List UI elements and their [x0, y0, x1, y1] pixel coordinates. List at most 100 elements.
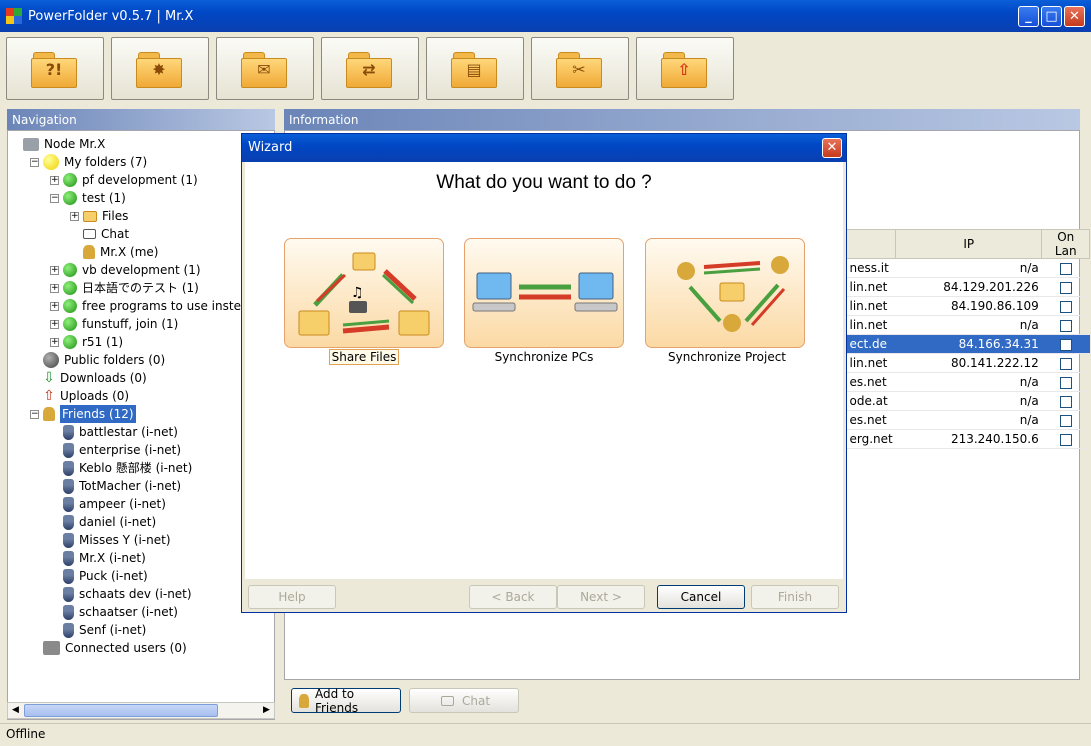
maximize-button[interactable]: □ [1041, 6, 1062, 27]
on-lan-checkbox[interactable] [1059, 319, 1072, 332]
ip-column-header[interactable]: IP [895, 229, 1043, 259]
tree-item[interactable]: − Friends (12) [30, 405, 136, 423]
share-files-label[interactable]: Share Files [284, 349, 444, 365]
table-row[interactable]: ness.it n/a [846, 258, 1090, 278]
chat-button[interactable]: Chat [409, 688, 519, 713]
table-row[interactable]: ode.at n/a [846, 391, 1090, 411]
tree-item-label: TotMacher (i-net) [79, 479, 182, 493]
tree-item[interactable]: Mr.X (me) [83, 243, 158, 261]
user-icon [63, 550, 74, 566]
table-row[interactable]: lin.net 84.190.86.109 [846, 296, 1090, 316]
tree-item[interactable]: + 日本語でのテスト (1) [50, 279, 199, 297]
table-row[interactable]: ect.de 84.166.34.31 [846, 334, 1090, 354]
wizard-next-button[interactable]: Next > [557, 585, 645, 609]
on-lan-checkbox[interactable] [1059, 338, 1072, 351]
toolbar-button-exit[interactable]: ⇧ [636, 37, 734, 100]
table-row[interactable]: lin.net 84.129.201.226 [846, 277, 1090, 297]
on-lan-cell [1041, 296, 1090, 316]
tree-item[interactable]: + funstuff, join (1) [50, 315, 178, 333]
tree-item[interactable]: − My folders (7) [30, 153, 147, 171]
tree-item[interactable]: Senf (i-net) [63, 621, 146, 639]
tree-item[interactable]: Puck (i-net) [63, 567, 148, 585]
tree-item-label: Public folders (0) [64, 353, 166, 367]
tree-item[interactable]: ⇩ Downloads (0) [43, 369, 147, 387]
synchronize-pcs-option[interactable] [464, 238, 624, 348]
toolbar-button-invite[interactable]: ✉ [216, 37, 314, 100]
collapse-icon[interactable]: − [50, 193, 59, 203]
expand-icon[interactable]: + [50, 319, 59, 329]
wizard-close-button[interactable]: ✕ [822, 138, 842, 158]
tree-item[interactable]: + vb development (1) [50, 261, 201, 279]
tree-item[interactable]: − test (1) [50, 189, 126, 207]
tree-item[interactable]: + r51 (1) [50, 333, 123, 351]
tree-item[interactable]: + Files [70, 207, 128, 225]
host-cell: lin.net [846, 277, 896, 297]
on-lan-checkbox[interactable] [1059, 433, 1072, 446]
collapse-icon[interactable]: − [30, 157, 39, 167]
tree-item[interactable]: schaats dev (i-net) [63, 585, 192, 603]
synchronize-pcs-label[interactable]: Synchronize PCs [464, 350, 624, 364]
tree-item[interactable]: Mr.X (i-net) [63, 549, 146, 567]
tree-item[interactable]: Public folders (0) [43, 351, 165, 369]
tree-item[interactable]: + free programs to use instead of [50, 297, 271, 315]
tree-item[interactable]: battlestar (i-net) [63, 423, 178, 441]
wizard-finish-button[interactable]: Finish [751, 585, 839, 609]
on-lan-checkbox[interactable] [1059, 300, 1072, 313]
nav-horizontal-scrollbar[interactable]: ◀ ▶ [7, 702, 275, 719]
on-lan-checkbox[interactable] [1059, 262, 1072, 275]
scroll-right-icon[interactable]: ▶ [259, 703, 274, 718]
toolbar-button-new-folder[interactable]: ✸ [111, 37, 209, 100]
tree-item[interactable]: + pf development (1) [50, 171, 198, 189]
table-row[interactable]: erg.net 213.240.150.6 [846, 429, 1090, 449]
minimize-button[interactable]: _ [1018, 6, 1039, 27]
tree-item[interactable]: ampeer (i-net) [63, 495, 166, 513]
synchronize-project-label[interactable]: Synchronize Project [645, 350, 809, 364]
toolbar-button-preferences[interactable]: ✂ [531, 37, 629, 100]
user-icon [63, 622, 74, 638]
synchronize-project-option[interactable] [645, 238, 805, 348]
wizard-help-button[interactable]: Help [248, 585, 336, 609]
toolbar-button-open[interactable]: ▤ [426, 37, 524, 100]
green-icon [63, 173, 77, 187]
scroll-left-icon[interactable]: ◀ [8, 703, 23, 718]
wizard-cancel-button[interactable]: Cancel [657, 585, 745, 609]
share-files-option[interactable]: ♫ [284, 238, 444, 348]
tree-item[interactable]: Connected users (0) [43, 639, 187, 657]
scroll-thumb[interactable] [24, 704, 218, 717]
tree-item-label: r51 (1) [82, 335, 124, 349]
tree-item[interactable]: Misses Y (i-net) [63, 531, 171, 549]
expand-icon[interactable]: + [50, 301, 59, 311]
toolbar-button-sync[interactable]: ⇄ [321, 37, 419, 100]
add-to-friends-button[interactable]: Add to Friends [291, 687, 401, 715]
tree-item[interactable]: enterprise (i-net) [63, 441, 181, 459]
expand-icon[interactable]: + [50, 337, 59, 347]
expand-icon[interactable]: + [50, 283, 59, 293]
table-row[interactable]: lin.net 80.141.222.12 [846, 353, 1090, 373]
tree-item[interactable]: TotMacher (i-net) [63, 477, 181, 495]
collapse-icon[interactable]: − [30, 409, 39, 419]
on-lan-column-header[interactable]: On Lan [1041, 229, 1091, 259]
close-button[interactable]: ✕ [1064, 6, 1085, 27]
on-lan-checkbox[interactable] [1059, 414, 1072, 427]
on-lan-checkbox[interactable] [1059, 376, 1072, 389]
table-row[interactable]: lin.net n/a [846, 315, 1090, 335]
expand-icon[interactable]: + [70, 211, 79, 221]
tree-item[interactable]: daniel (i-net) [63, 513, 156, 531]
toolbar-button-help[interactable]: ?! [6, 37, 104, 100]
wizard-back-button[interactable]: < Back [469, 585, 557, 609]
on-lan-checkbox[interactable] [1059, 281, 1072, 294]
tree-item[interactable]: Node Mr.X [23, 135, 105, 153]
on-lan-checkbox[interactable] [1059, 395, 1072, 408]
navigation-tree[interactable]: Node Mr.X − My folders (7) + pf development … [7, 130, 275, 720]
tree-item[interactable]: schaatser (i-net) [63, 603, 178, 621]
tree-item[interactable]: Chat [83, 225, 129, 243]
on-lan-checkbox[interactable] [1059, 357, 1072, 370]
navigation-header: Navigation [7, 109, 275, 131]
tree-item[interactable]: Keblo 懸部楼 (i-net) [63, 459, 192, 477]
table-row[interactable]: es.net n/a [846, 410, 1090, 430]
expand-icon[interactable]: + [50, 175, 59, 185]
tree-item[interactable]: ⇧ Uploads (0) [43, 387, 129, 405]
host-column-header[interactable] [845, 229, 897, 259]
expand-icon[interactable]: + [50, 265, 59, 275]
table-row[interactable]: es.net n/a [846, 372, 1090, 392]
